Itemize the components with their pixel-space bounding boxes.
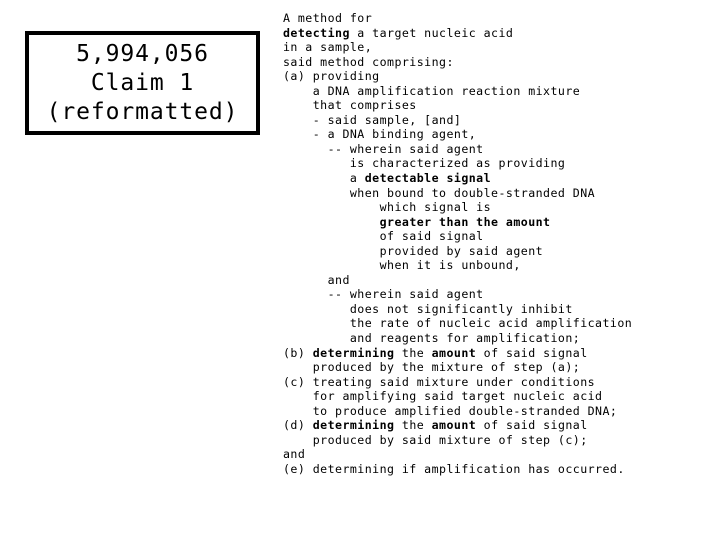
claim-line: -- wherein said agent	[283, 142, 713, 157]
claim-line: produced by said mixture of step (c);	[283, 433, 713, 448]
claim-plain-text: - a DNA binding agent,	[283, 127, 477, 142]
claim-plain-text: the rate of nucleic acid amplification	[283, 316, 633, 331]
claim-plain-text: of said signal	[476, 345, 588, 360]
claim-line: produced by the mixture of step (a);	[283, 360, 713, 375]
claim-line: provided by said agent	[283, 244, 713, 259]
claim-plain-text: (e) determining if amplification has occ…	[283, 461, 625, 476]
claim-line: a detectable signal	[283, 171, 713, 186]
claim-plain-text: provided by said agent	[283, 243, 544, 258]
claim-number-line: Claim 1	[90, 69, 195, 96]
claim-line: is characterized as providing	[283, 156, 713, 171]
claim-plain-text: - said sample, [and]	[283, 112, 462, 127]
claim-line: and	[283, 273, 713, 288]
claim-emphasis-text: determining	[312, 345, 395, 360]
claim-line: when it is unbound,	[283, 258, 713, 273]
claim-plain-text: does not significantly inhibit	[283, 301, 573, 316]
claim-line: - a DNA binding agent,	[283, 127, 713, 142]
claim-plain-text: a	[283, 171, 365, 186]
claim-line: for amplifying said target nucleic acid	[283, 389, 713, 404]
patent-title-box: 5,994,056 Claim 1 (reformatted)	[25, 31, 260, 135]
claim-plain-text	[283, 215, 380, 229]
claim-plain-text: for amplifying said target nucleic acid	[283, 389, 603, 404]
claim-plain-text: A method for	[283, 11, 373, 25]
claim-text-block: A method for detecting a target nucleic a…	[283, 11, 713, 477]
claim-line: said method comprising:	[283, 55, 713, 70]
claim-plain-text: (a) providing	[283, 69, 380, 84]
claim-line: and reagents for amplification;	[283, 331, 713, 346]
claim-line: A method for	[283, 11, 713, 26]
claim-plain-text: a DNA amplification reaction mixture	[283, 83, 581, 98]
claim-plain-text: (c) treating said mixture under conditio…	[283, 374, 596, 389]
claim-line: the rate of nucleic acid amplification	[283, 316, 713, 331]
claim-emphasis-text: determining	[312, 418, 395, 433]
claim-plain-text: in a sample,	[283, 40, 373, 55]
reformatted-note-line: (reformatted)	[46, 98, 239, 125]
claim-plain-text: produced by the mixture of step (a);	[283, 360, 581, 375]
claim-plain-text: of said signal	[283, 229, 484, 244]
claim-line: when bound to double-stranded DNA	[283, 186, 713, 201]
claim-plain-text: a target nucleic acid	[349, 25, 514, 40]
claim-plain-text: the	[394, 345, 432, 360]
claim-plain-text: and	[283, 447, 306, 462]
claim-plain-text: said method comprising:	[283, 54, 454, 69]
claim-plain-text: and	[283, 272, 350, 287]
claim-line: which signal is	[283, 200, 713, 215]
claim-line: a DNA amplification reaction mixture	[283, 84, 713, 99]
claim-line: that comprises	[283, 98, 713, 113]
claim-plain-text: which signal is	[283, 200, 492, 215]
claim-plain-text: and reagents for amplification;	[283, 331, 581, 346]
claim-plain-text: (d)	[283, 418, 313, 433]
claim-emphasis-text: detecting	[283, 25, 350, 40]
claim-line: (e) determining if amplification has occ…	[283, 462, 713, 477]
claim-line: to produce amplified double-stranded DNA…	[283, 404, 713, 419]
claim-line: greater than the amount	[283, 215, 713, 230]
claim-plain-text: that comprises	[283, 98, 417, 113]
claim-plain-text: when bound to double-stranded DNA	[283, 185, 596, 200]
claim-plain-text: produced by said mixture of step (c);	[283, 432, 588, 447]
claim-line: (b) determining the amount of said signa…	[283, 346, 713, 361]
claim-plain-text: to produce amplified double-stranded DNA…	[283, 403, 618, 418]
claim-emphasis-text: greater than the amount	[379, 214, 551, 229]
claim-plain-text: -- wherein said agent	[283, 287, 484, 302]
claim-line: does not significantly inhibit	[283, 302, 713, 317]
claim-emphasis-text: detectable signal	[364, 171, 492, 186]
claim-plain-text: is characterized as providing	[283, 156, 566, 171]
claim-emphasis-text: amount	[431, 345, 477, 360]
claim-line: and	[283, 447, 713, 462]
claim-plain-text: of said signal	[476, 418, 588, 433]
claim-emphasis-text: amount	[431, 418, 477, 433]
claim-line: detecting a target nucleic acid	[283, 26, 713, 41]
claim-plain-text: when it is unbound,	[283, 258, 521, 273]
claim-plain-text: (b)	[283, 345, 313, 360]
claim-line: (a) providing	[283, 69, 713, 84]
claim-line: in a sample,	[283, 40, 713, 55]
claim-line: of said signal	[283, 229, 713, 244]
claim-plain-text: -- wherein said agent	[283, 141, 484, 156]
claim-line: (c) treating said mixture under conditio…	[283, 375, 713, 390]
claim-line: -- wherein said agent	[283, 287, 713, 302]
patent-number-line: 5,994,056	[76, 40, 209, 67]
claim-plain-text: the	[394, 418, 432, 433]
claim-line: (d) determining the amount of said signa…	[283, 418, 713, 433]
claim-line: - said sample, [and]	[283, 113, 713, 128]
